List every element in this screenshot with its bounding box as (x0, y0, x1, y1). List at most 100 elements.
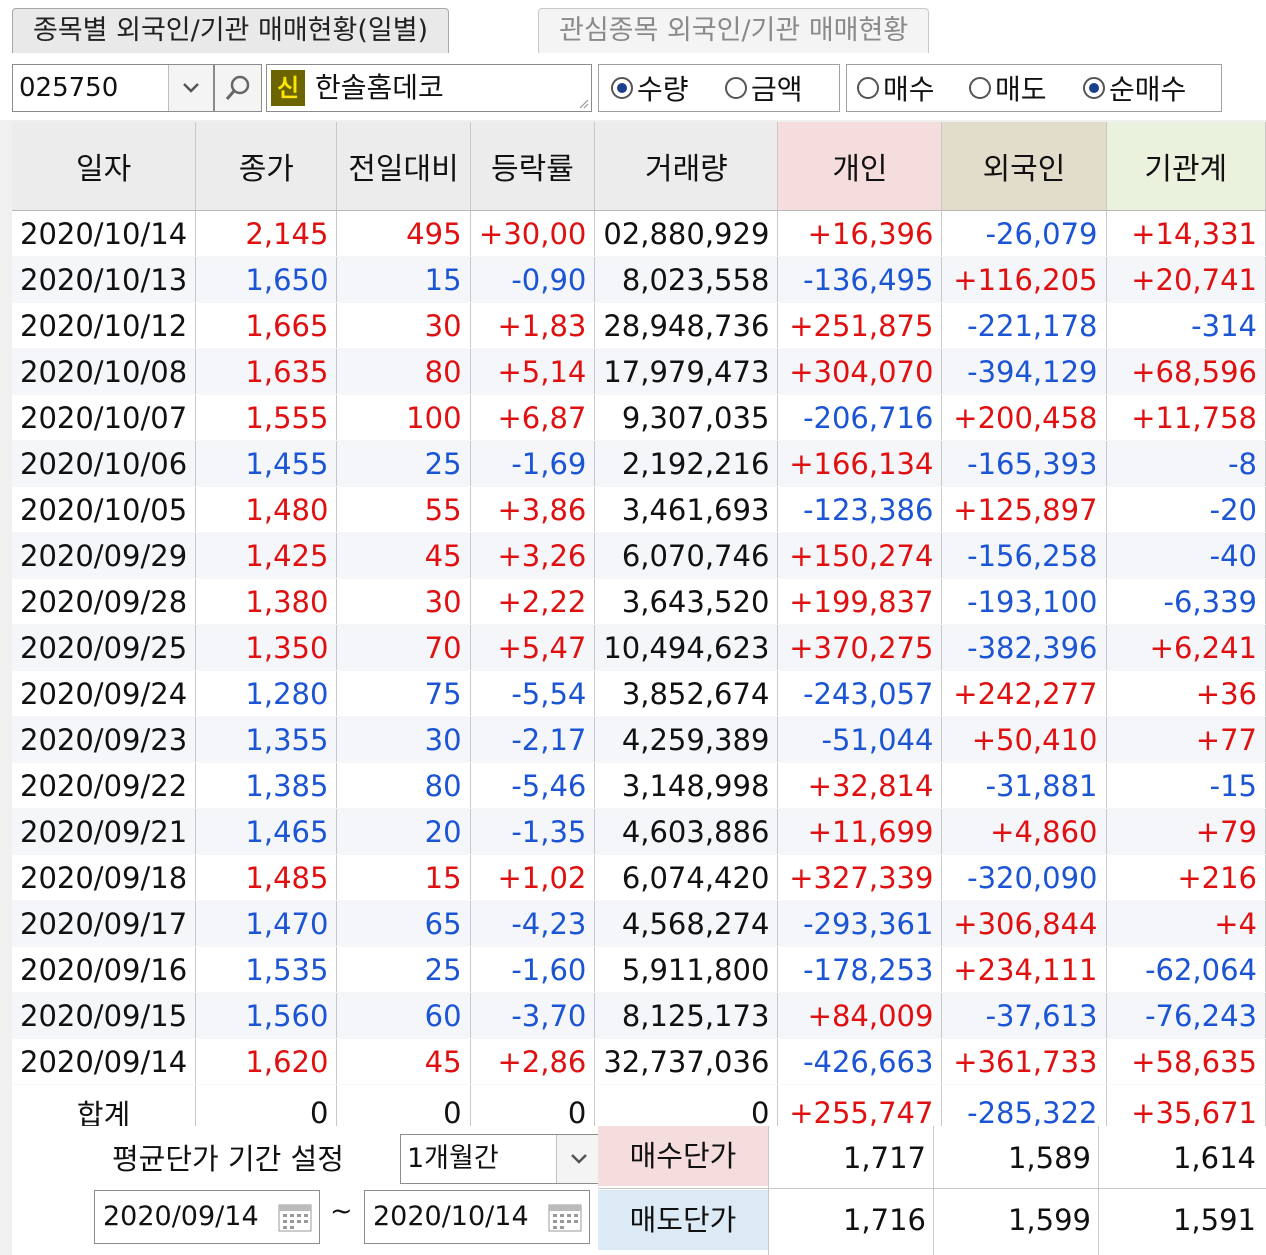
radio-amount[interactable]: 금액 (725, 65, 803, 111)
calendar-icon[interactable] (547, 1201, 583, 1233)
radio-net-buy[interactable]: 순매수 (1083, 65, 1186, 111)
cell-foreign: +116,205 (941, 256, 1107, 303)
col-date-header[interactable]: 일자 (12, 122, 197, 211)
cell-rate: +2,86 (470, 1038, 596, 1085)
table-row[interactable]: 2020/09/29 1,425 45 +3,26 6,070,746 +150,274-… (12, 532, 1266, 579)
table-row[interactable]: 2020/09/17 1,470 65 -4,23 4,568,274 -293,361 +… (12, 900, 1266, 947)
table-row[interactable]: 2020/10/08 1,635 80 +5,14 17,979,473 +304,070… (12, 348, 1266, 395)
cell-institution: +36 (1106, 670, 1266, 717)
cell-date: 2020/09/16 (12, 946, 197, 993)
cell-date: 2020/10/08 (12, 348, 197, 395)
table-row[interactable]: 2020/10/13 1,650 15 -0,90 8,023,558 -136,495 +… (12, 256, 1266, 303)
cell-date: 2020/09/15 (12, 992, 197, 1039)
table-row[interactable]: 2020/10/14 2,145 495 +30,00 02,880,929 +16,39… (12, 210, 1266, 257)
cell-foreign: +242,277 (941, 670, 1107, 717)
cell-rate: +6,87 (470, 394, 596, 441)
cell-close: 1,380 (195, 578, 338, 625)
table-row[interactable]: 2020/09/22 1,385 80 -5,46 3,148,998 +32,814 -3… (12, 762, 1266, 809)
cell-foreign: -394,129 (941, 348, 1107, 395)
cell-volume: 3,643,520 (594, 578, 779, 625)
cell-rate: -1,60 (470, 946, 596, 993)
cell-foreign: +200,458 (941, 394, 1107, 441)
cell-date: 2020/10/06 (12, 440, 197, 487)
col-individual-header[interactable]: 개인 (777, 122, 943, 211)
date-range-separator: ~ (330, 1196, 353, 1227)
cell-volume: 3,148,998 (594, 762, 779, 809)
period-select[interactable]: 1개월간 (400, 1134, 602, 1184)
table-row[interactable]: 2020/09/25 1,350 70 +5,47 10,494,623 +370,275… (12, 624, 1266, 671)
cell-rate: -3,70 (470, 992, 596, 1039)
cell-change: 45 (336, 1038, 471, 1085)
table-row[interactable]: 2020/09/14 1,620 45 +2,86 32,737,036 -426,663… (12, 1038, 1266, 1085)
cell-close: 1,350 (195, 624, 338, 671)
cell-individual: -51,044 (777, 716, 943, 763)
cell-institution: -76,243 (1106, 992, 1266, 1039)
cell-rate: -5,46 (470, 762, 596, 809)
cell-rate: +5,14 (470, 348, 596, 395)
cell-close: 1,560 (195, 992, 338, 1039)
cell-change: 80 (336, 762, 471, 809)
radio-sell[interactable]: 매도 (969, 65, 1047, 111)
col-volume-header[interactable]: 거래량 (594, 122, 779, 211)
table-row[interactable]: 2020/10/06 1,455 25 -1,69 2,192,216 +166,134-… (12, 440, 1266, 487)
cell-institution: -40 (1106, 532, 1266, 579)
period-dropdown-button[interactable] (556, 1135, 601, 1183)
col-foreign-header[interactable]: 외국인 (941, 122, 1107, 211)
table-row[interactable]: 2020/10/12 1,665 30 +1,83 28,948,736 +251,875… (12, 302, 1266, 349)
col-change-header[interactable]: 전일대비 (336, 122, 471, 211)
calendar-icon[interactable] (277, 1201, 313, 1233)
table-row[interactable]: 2020/09/24 1,280 75 -5,54 3,852,674 -243,057 +… (12, 670, 1266, 717)
tab-watchlist[interactable]: 관심종목 외국인/기관 매매현황 (538, 8, 930, 53)
table-row[interactable]: 2020/09/16 1,535 25 -1,60 5,911,800 -178,253 +… (12, 946, 1266, 993)
table-row[interactable]: 2020/09/23 1,355 30 -2,17 4,259,389 -51,044 +5… (12, 716, 1266, 763)
col-close-header[interactable]: 종가 (195, 122, 338, 211)
unit-radio-group: 수량 금액 (598, 64, 840, 112)
cell-individual: +166,134 (777, 440, 943, 487)
cell-close: 1,485 (195, 854, 338, 901)
radio-buy[interactable]: 매수 (857, 65, 935, 111)
end-date-field[interactable]: 2020/10/14 (364, 1190, 590, 1244)
cell-date: 2020/10/05 (12, 486, 197, 533)
radio-quantity[interactable]: 수량 (611, 65, 689, 111)
cell-close: 1,635 (195, 348, 338, 395)
search-button[interactable] (214, 64, 262, 112)
cell-individual: +84,009 (777, 992, 943, 1039)
table-row[interactable]: 2020/09/28 1,380 30 +2,22 3,643,520 +199,837-… (12, 578, 1266, 625)
end-date-value[interactable]: 2020/10/14 (373, 1191, 529, 1243)
stock-name: 한솔홈데코 (315, 71, 444, 104)
stock-code-value[interactable]: 025750 (19, 65, 118, 111)
table-row[interactable]: 2020/09/15 1,560 60 -3,70 8,125,173 +84,009 -3… (12, 992, 1266, 1039)
cell-foreign: -320,090 (941, 854, 1107, 901)
toolbar: 025750 신 한솔홈데코 수량 금액 매수 매도 순매수 (0, 58, 1266, 120)
cell-date: 2020/09/21 (12, 808, 197, 855)
cell-volume: 32,737,036 (594, 1038, 779, 1085)
cell-individual: +251,875 (777, 302, 943, 349)
sell-avg-institution: 1,591 (1172, 1203, 1256, 1237)
col-rate-header[interactable]: 등락률 (470, 122, 596, 211)
cell-individual: +150,274 (777, 532, 943, 579)
cell-date: 2020/09/28 (12, 578, 197, 625)
cell-change: 100 (336, 394, 471, 441)
tab-stock-daily[interactable]: 종목별 외국인/기관 매매현황(일별) (12, 8, 450, 53)
cell-change: 20 (336, 808, 471, 855)
table-row[interactable]: 2020/10/07 1,555 100 +6,87 9,307,035 -206,716… (12, 394, 1266, 441)
stock-code-dropdown-button[interactable] (168, 65, 213, 111)
cell-change: 70 (336, 624, 471, 671)
cell-volume: 3,852,674 (594, 670, 779, 717)
table-row[interactable]: 2020/10/05 1,480 55 +3,86 3,461,693 -123,386 +… (12, 486, 1266, 533)
start-date-field[interactable]: 2020/09/14 (94, 1190, 320, 1244)
cell-individual: -123,386 (777, 486, 943, 533)
tab-bar: 종목별 외국인/기관 매매현황(일별) 관심종목 외국인/기관 매매현황 (0, 0, 1266, 58)
cell-individual: +199,837 (777, 578, 943, 625)
cell-volume: 3,461,693 (594, 486, 779, 533)
table-row[interactable]: 2020/09/18 1,485 15 +1,02 6,074,420 +327,339-… (12, 854, 1266, 901)
cell-change: 30 (336, 716, 471, 763)
cell-foreign: -221,178 (941, 302, 1107, 349)
table-row[interactable]: 2020/09/21 1,465 20 -1,35 4,603,886 +11,699 +4… (12, 808, 1266, 855)
cell-individual: +327,339 (777, 854, 943, 901)
start-date-value[interactable]: 2020/09/14 (103, 1191, 259, 1243)
cell-change: 45 (336, 532, 471, 579)
col-institution-header[interactable]: 기관계 (1106, 122, 1266, 211)
stock-code-combo[interactable]: 025750 (12, 64, 214, 112)
cell-institution: +14,331 (1106, 210, 1266, 257)
